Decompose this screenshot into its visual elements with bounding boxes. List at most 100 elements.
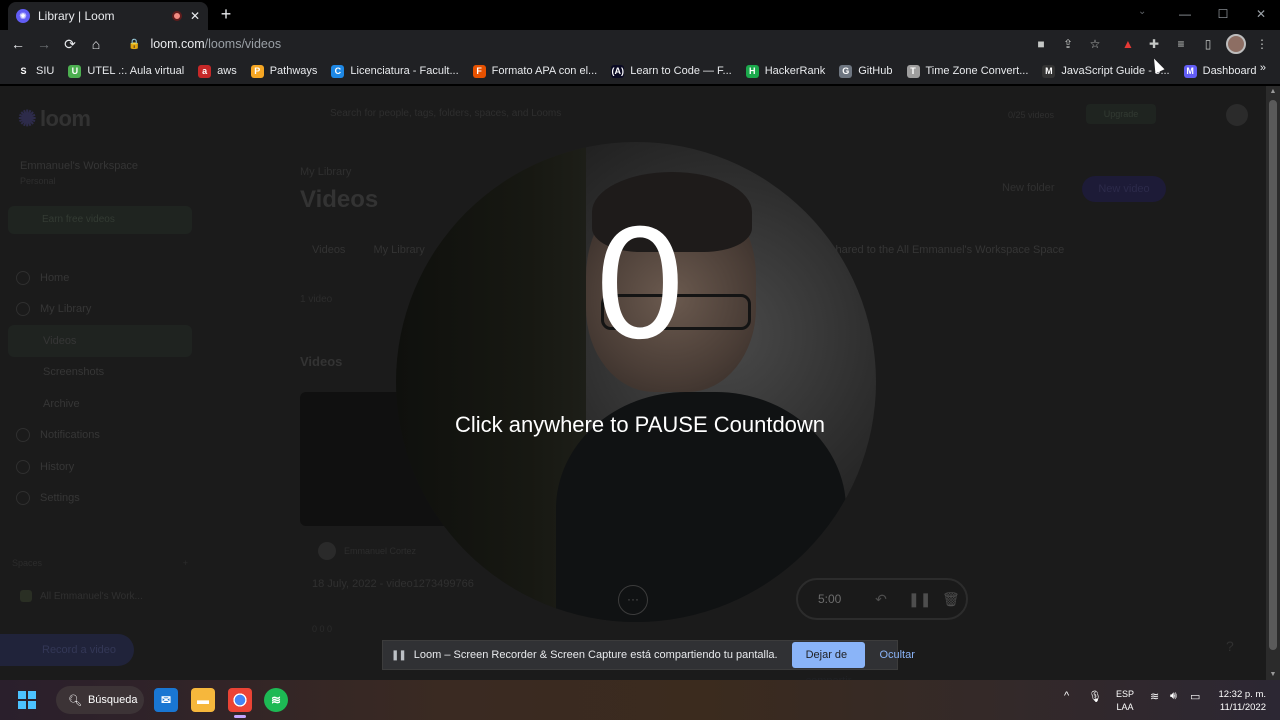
bookmark-label: Formato APA con el... xyxy=(491,65,598,77)
new-folder-button[interactable]: New folder xyxy=(1002,182,1055,194)
window-controls: — ☐ ✕ xyxy=(1166,0,1280,30)
pause-icon[interactable]: ❚❚ xyxy=(908,591,931,608)
tab-close-icon[interactable]: ✕ xyxy=(190,9,200,23)
bookmark-label: aws xyxy=(217,65,237,77)
bookmark-item[interactable]: M Dashboard xyxy=(1177,61,1264,81)
forward-icon[interactable]: → xyxy=(31,36,57,52)
more-options-button[interactable]: ··· xyxy=(618,585,648,615)
page-scrollbar[interactable]: ▲ ▼ xyxy=(1266,86,1280,680)
chrome-icon[interactable] xyxy=(228,688,252,718)
bookmark-item[interactable]: T Time Zone Convert... xyxy=(900,61,1036,81)
mic-icon[interactable]: 🎙︎ xyxy=(1088,690,1102,703)
recording-timer: 5:00 xyxy=(818,592,842,606)
hide-button[interactable]: Ocultar xyxy=(873,649,920,661)
tab-search-icon[interactable]: ⌄ xyxy=(1138,6,1146,17)
bookmark-item[interactable]: G GitHub xyxy=(832,61,899,81)
bookmark-item[interactable]: P Pathways xyxy=(244,61,325,81)
tray-chevron-icon[interactable]: ^ xyxy=(1064,690,1069,702)
space-item[interactable]: All Emmanuel's Work... xyxy=(20,590,143,602)
sidebar-item-label: Archive xyxy=(43,397,80,410)
restart-icon[interactable]: ↶ xyxy=(874,591,888,608)
share-message: Loom – Screen Recorder & Screen Capture … xyxy=(413,649,778,661)
clock-date: 11/11/2022 xyxy=(1219,702,1266,713)
back-icon[interactable]: ← xyxy=(5,36,31,52)
sidebar-item-settings[interactable]: Settings xyxy=(16,483,192,515)
star-icon[interactable]: ☆ xyxy=(1085,34,1105,54)
battery-icon[interactable]: ▭ xyxy=(1190,690,1200,703)
wifi-icon[interactable]: ≋ xyxy=(1150,690,1159,703)
new-video-button[interactable]: New video xyxy=(1082,176,1166,202)
media-icon[interactable]: ≡ xyxy=(1171,34,1191,54)
bookmark-item[interactable]: (A) Learn to Code — F... xyxy=(604,61,739,81)
menu-icon[interactable]: ⋮ xyxy=(1252,34,1272,54)
language-indicator[interactable]: ESP LAA xyxy=(1114,688,1136,714)
pause-countdown-instruction[interactable]: Click anywhere to PAUSE Countdown xyxy=(0,412,1280,438)
bookmark-favicon-icon: F xyxy=(472,64,486,78)
lock-icon[interactable]: 🔒 xyxy=(128,39,140,50)
add-space-button[interactable]: + xyxy=(183,558,188,568)
library-search-input[interactable]: Search for people, tags, folders, spaces… xyxy=(300,102,960,126)
home-icon[interactable]: ⌂ xyxy=(83,36,109,52)
sidebar-icon[interactable]: ▯ xyxy=(1198,34,1218,54)
bookmark-item[interactable]: S SIU xyxy=(10,61,61,81)
taskbar-search[interactable]: 🔍︎ Búsqueda xyxy=(56,686,144,714)
minimize-icon[interactable]: — xyxy=(1166,0,1204,30)
file-explorer-icon[interactable]: ▬ xyxy=(191,688,215,712)
taskbar-search-label: Búsqueda xyxy=(87,694,138,706)
user-avatar[interactable] xyxy=(1226,104,1248,126)
clock-time: 12:32 p. m. xyxy=(1218,689,1266,700)
bookmark-item[interactable]: F Formato APA con el... xyxy=(466,61,605,81)
windows-taskbar: 🔍︎ Búsqueda ✉ ▬ ≋ ^ 🎙︎ ≋ 🔊︎ ▭ xyxy=(0,680,1280,720)
owner-avatar xyxy=(318,542,336,560)
mail-icon[interactable]: ✉ xyxy=(154,688,178,712)
windows-start-icon[interactable] xyxy=(18,691,36,709)
url-text: loom.com/looms/videos xyxy=(150,37,281,51)
screen: ✺ Library | Loom ✕ + ⌄ — ☐ ✕ ← → ⟳ ⌂ 🔒 l… xyxy=(0,0,1280,720)
breadcrumb[interactable]: My Library xyxy=(300,166,351,178)
help-icon[interactable]: ? xyxy=(1226,638,1234,654)
pdf-icon[interactable]: ▲ xyxy=(1118,34,1138,54)
profile-avatar[interactable] xyxy=(1226,34,1246,54)
bookmarks-overflow-icon[interactable]: » xyxy=(1260,62,1266,74)
sidebar-item-history[interactable]: History xyxy=(16,451,192,483)
scroll-down-icon[interactable]: ▼ xyxy=(1266,671,1280,678)
loom-logo[interactable]: ✺ loom xyxy=(18,106,91,132)
stop-sharing-button[interactable]: Dejar de compartir xyxy=(791,642,866,687)
bookmark-favicon-icon: S xyxy=(17,64,30,78)
new-tab-button[interactable]: + xyxy=(216,4,236,25)
bookmark-favicon-icon: G xyxy=(839,64,853,78)
bookmark-item[interactable]: U UTEL .:. Aula virtual xyxy=(61,61,191,81)
bookmark-favicon-icon: (A) xyxy=(611,64,625,78)
scrollbar-thumb[interactable] xyxy=(1269,100,1277,650)
spotify-icon[interactable]: ≋ xyxy=(264,688,288,712)
volume-icon[interactable]: 🔊︎ xyxy=(1170,690,1177,703)
bookmark-favicon-icon: M xyxy=(1042,64,1056,78)
trash-icon[interactable]: 🗑 xyxy=(942,591,960,608)
loom-logo-icon: ✺ xyxy=(18,106,36,131)
bookmark-item[interactable]: H HackerRank xyxy=(739,61,833,81)
spaces-label: Spaces xyxy=(12,558,43,568)
workspace-switcher[interactable]: Emmanuel's Workspace Personal xyxy=(20,160,138,186)
maximize-icon[interactable]: ☐ xyxy=(1204,0,1242,30)
close-window-icon[interactable]: ✕ xyxy=(1242,0,1280,30)
workspace-plan: Personal xyxy=(20,176,56,186)
browser-tab[interactable]: ✺ Library | Loom ✕ xyxy=(8,2,208,30)
record-video-button[interactable]: Record a video xyxy=(0,634,134,666)
bookmark-item[interactable]: a aws xyxy=(191,61,244,81)
bookmark-item[interactable]: C Licenciatura - Facult... xyxy=(324,61,465,81)
reload-icon[interactable]: ⟳ xyxy=(57,36,83,53)
bookmark-label: GitHub xyxy=(858,65,893,77)
bookmark-favicon-icon: T xyxy=(906,64,920,78)
taskbar-clock[interactable]: 12:32 p. m. 11/11/2022 xyxy=(1210,688,1266,714)
camera-icon[interactable]: ■ xyxy=(1031,34,1051,54)
video-quota: 0/25 videos xyxy=(1008,110,1055,120)
bookmarks-bar: S SIU U UTEL .:. Aula virtual a aws P Pathways C… xyxy=(0,58,1280,84)
upgrade-button[interactable]: Upgrade xyxy=(1086,104,1156,124)
sidebar-item-label: Settings xyxy=(40,492,80,505)
scroll-up-icon[interactable]: ▲ xyxy=(1266,88,1280,95)
share-icon[interactable]: ⇪ xyxy=(1058,34,1078,54)
countdown-number[interactable]: 0 xyxy=(0,206,1280,366)
browser-tab-strip: ✺ Library | Loom ✕ + ⌄ — ☐ ✕ xyxy=(0,0,1280,30)
puzzle-icon[interactable]: ✚ xyxy=(1144,34,1164,54)
address-bar[interactable]: 🔒 loom.com/looms/videos xyxy=(116,32,1116,56)
